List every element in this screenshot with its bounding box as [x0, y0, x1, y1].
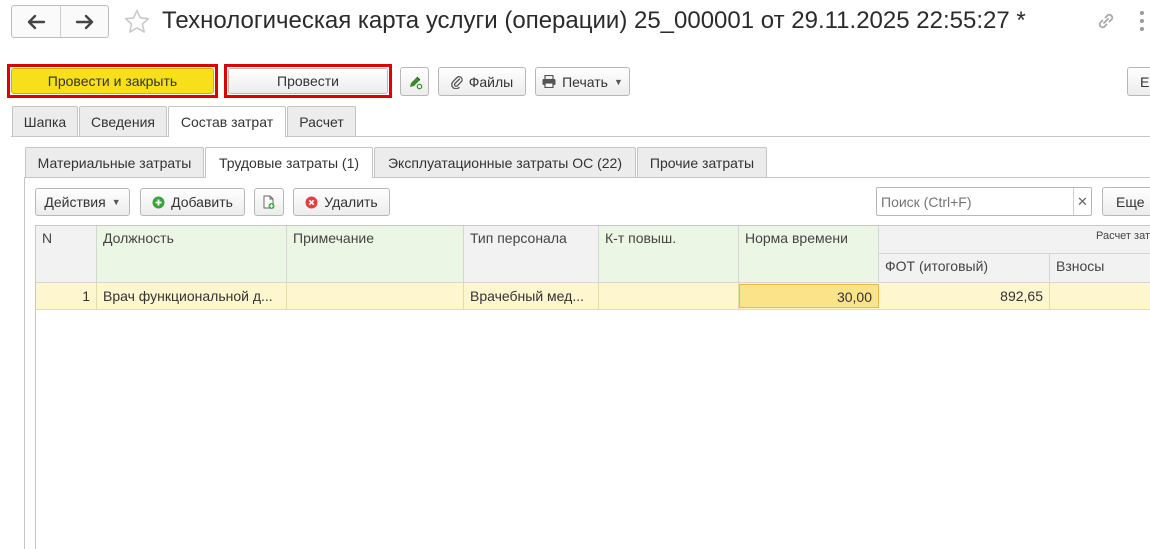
copy-button[interactable]: [254, 188, 284, 216]
add-label: Добавить: [171, 194, 233, 210]
subtab-material[interactable]: Материальные затраты: [25, 147, 204, 177]
arrow-right-icon: [75, 14, 93, 29]
print-label: Печать: [562, 73, 608, 90]
tab-cost-composition[interactable]: Состав затрат: [168, 106, 286, 137]
subtab-material-label: Материальные затраты: [37, 154, 192, 171]
labor-costs-table: N Должность Примечание Тип персонала К-т…: [35, 225, 1150, 549]
favorite-button[interactable]: [123, 8, 151, 39]
cell-note[interactable]: [287, 283, 464, 309]
cell-position[interactable]: Врач функциональной д...: [97, 283, 287, 309]
delete-button[interactable]: Удалить: [293, 188, 390, 216]
tab-calculation-label: Расчет: [299, 113, 344, 130]
tab-calculation[interactable]: Расчет: [287, 106, 356, 136]
actions-label: Действия: [44, 194, 106, 210]
files-label: Файлы: [468, 73, 514, 90]
more-menu-button[interactable]: [1138, 10, 1146, 35]
arrow-left-icon: [27, 14, 46, 29]
more-button[interactable]: Еще: [1102, 187, 1150, 216]
column-header-staff-type[interactable]: Тип персонала: [464, 226, 599, 283]
more-label: Еще: [1116, 193, 1145, 210]
more-vertical-icon: [1140, 11, 1144, 31]
post-and-close-button[interactable]: Провести и закрыть: [11, 68, 214, 94]
copy-icon: [263, 195, 275, 209]
cell-staff-type[interactable]: Врачебный мед...: [464, 283, 599, 309]
search-input[interactable]: [877, 188, 1073, 215]
document-title: Технологическая карта услуги (операции) …: [162, 7, 1026, 34]
post-button[interactable]: Провести: [228, 68, 388, 94]
subtab-operational[interactable]: Эксплуатационные затраты ОС (22): [374, 147, 636, 177]
toolbar-right-button[interactable]: Е: [1127, 67, 1150, 96]
tab-header[interactable]: Шапка: [12, 106, 78, 136]
navigation-buttons: [11, 5, 109, 38]
pen-green-icon: [409, 76, 422, 89]
post-label: Провести: [277, 73, 339, 89]
print-button[interactable]: Печать ▼: [535, 67, 630, 96]
subtab-operational-label: Эксплуатационные затраты ОС (22): [387, 154, 622, 171]
back-button[interactable]: [12, 6, 60, 37]
clear-search-icon[interactable]: ✕: [1073, 188, 1091, 215]
tab-header-label: Шапка: [23, 113, 67, 130]
chevron-down-icon: ▼: [111, 197, 121, 207]
column-header-n[interactable]: N: [36, 226, 97, 283]
paperclip-icon: [450, 75, 463, 89]
column-header-time-norm[interactable]: Норма времени: [739, 226, 879, 283]
column-group-cost-calculation: Расчет зат: [879, 226, 1150, 254]
actions-button[interactable]: Действия ▼: [35, 188, 130, 216]
column-header-position[interactable]: Должность: [97, 226, 287, 283]
cell-contributions[interactable]: [1050, 283, 1150, 309]
post-and-close-label: Провести и закрыть: [47, 73, 178, 89]
subtabs-left-border: [24, 177, 25, 549]
printer-icon: [542, 75, 556, 88]
column-header-fot[interactable]: ФОТ (итоговый): [879, 254, 1050, 283]
tab-info[interactable]: Сведения: [79, 106, 167, 136]
cell-n: 1: [36, 283, 97, 309]
subtab-other[interactable]: Прочие затраты: [637, 147, 767, 177]
delete-label: Удалить: [324, 194, 378, 210]
search-field[interactable]: ✕: [876, 187, 1092, 216]
delete-circle-icon: [305, 196, 318, 208]
forward-button[interactable]: [60, 6, 108, 37]
link-button[interactable]: [1094, 9, 1118, 36]
column-header-coefficient[interactable]: К-т повыш.: [599, 226, 739, 283]
column-header-contributions[interactable]: Взносы: [1050, 254, 1150, 283]
subtabs-divider: [24, 177, 1150, 178]
files-button[interactable]: Файлы: [438, 67, 526, 96]
plus-circle-icon: [152, 196, 165, 208]
table-row[interactable]: 1 Врач функциональной д... Врачебный мед…: [36, 283, 1150, 310]
subtab-other-label: Прочие затраты: [649, 154, 755, 171]
subtab-labor-label: Трудовые затраты (1): [218, 155, 360, 171]
cell-time-norm[interactable]: 30,00: [739, 284, 879, 308]
add-button[interactable]: Добавить: [140, 188, 245, 216]
link-icon: [1098, 13, 1114, 29]
tab-cost-composition-label: Состав затрат: [180, 114, 274, 130]
star-icon: [124, 9, 150, 33]
toolbar-right-label: Е: [1140, 73, 1150, 90]
structure-button[interactable]: [400, 67, 429, 96]
cell-fot[interactable]: 892,65: [879, 283, 1050, 309]
subtab-labor[interactable]: Трудовые затраты (1): [205, 147, 373, 178]
column-header-note[interactable]: Примечание: [287, 226, 464, 283]
chevron-down-icon: ▼: [613, 76, 623, 87]
cell-coefficient[interactable]: [599, 283, 739, 309]
tab-info-label: Сведения: [91, 113, 155, 130]
